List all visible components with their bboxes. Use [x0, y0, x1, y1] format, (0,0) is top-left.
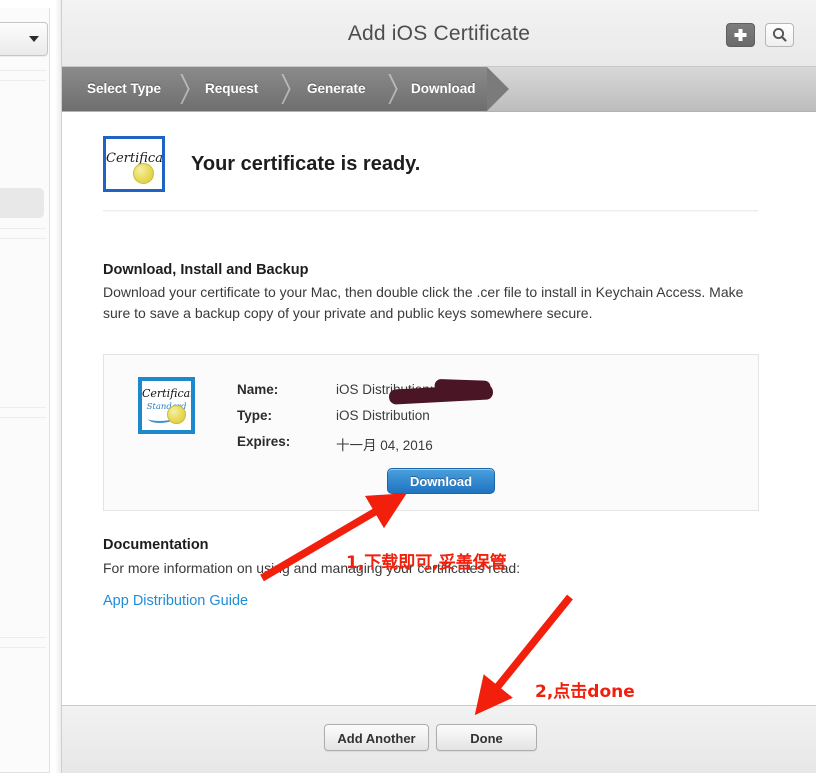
page-title: Add iOS Certificate [347, 22, 531, 45]
search-button[interactable] [765, 23, 794, 47]
certificate-seal-icon [133, 163, 154, 184]
app-distribution-guide-link[interactable]: App Distribution Guide [103, 593, 248, 609]
download-button[interactable]: Download [387, 468, 495, 494]
sidebar-dropdown[interactable] [0, 22, 48, 56]
sidebar-divider [0, 647, 46, 648]
download-section-body: Download your certificate to your Mac, t… [103, 284, 744, 321]
add-button[interactable] [726, 23, 755, 47]
field-type-label: Type: [237, 408, 273, 423]
field-expires-value: 十一月 04, 2016 [336, 438, 433, 453]
plus-icon [734, 29, 747, 41]
documentation-body: For more information on using and managi… [103, 560, 521, 576]
section-divider [103, 210, 758, 211]
step-download[interactable]: Download [411, 67, 476, 111]
main-panel: Add iOS Certificate Select Type Request … [61, 0, 816, 773]
sidebar-divider [0, 637, 46, 638]
step-select-type[interactable]: Select Type [87, 67, 161, 111]
field-name-value: iOS Distribution: [336, 382, 434, 397]
sidebar-divider [0, 417, 46, 418]
step-separator-icon [172, 74, 188, 104]
content-area: Certificate Your certificate is ready. D… [62, 112, 816, 707]
certificate-seal-icon [167, 405, 186, 424]
field-expires-label: Expires: [237, 434, 291, 449]
field-type-value: iOS Distribution [336, 408, 430, 423]
download-section-title: Download, Install and Backup [103, 262, 309, 278]
search-icon [772, 27, 787, 42]
step-generate[interactable]: Generate [307, 67, 366, 111]
sidebar-divider [0, 228, 46, 229]
step-separator-icon [273, 74, 289, 104]
hero-headline: Your certificate is ready. [191, 152, 421, 175]
documentation-title: Documentation [103, 537, 209, 553]
step-separator-icon [380, 74, 396, 104]
sidebar-divider [0, 407, 46, 408]
done-button[interactable]: Done [436, 724, 537, 751]
certificate-detail-card: Certificate Standard Name: iOS Distribut… [103, 354, 759, 511]
sidebar-divider [0, 80, 46, 81]
certificate-icon-text: Certificate [106, 151, 163, 166]
hero-header: Certificate Your certificate is ready. [103, 136, 420, 192]
left-sidebar-panel [0, 8, 50, 773]
sidebar-divider [0, 238, 46, 239]
certificate-icon: Certificate [103, 136, 165, 192]
left-sidebar-partial [0, 0, 61, 773]
certificate-thumb-line1: Certificate [142, 387, 195, 400]
sidebar-divider [0, 70, 46, 71]
certificate-standard-icon: Certificate Standard [138, 377, 195, 434]
window-titlebar: Add iOS Certificate [62, 0, 816, 67]
footer-bar: Add Another Done [62, 705, 816, 773]
add-another-button[interactable]: Add Another [324, 724, 429, 751]
field-name-label: Name: [237, 382, 279, 397]
sidebar-list-item[interactable] [0, 188, 44, 218]
step-breadcrumb-arrow [487, 67, 509, 111]
chevron-down-icon [29, 36, 39, 42]
step-request[interactable]: Request [205, 67, 258, 111]
step-breadcrumb: Select Type Request Generate Download [62, 67, 816, 112]
